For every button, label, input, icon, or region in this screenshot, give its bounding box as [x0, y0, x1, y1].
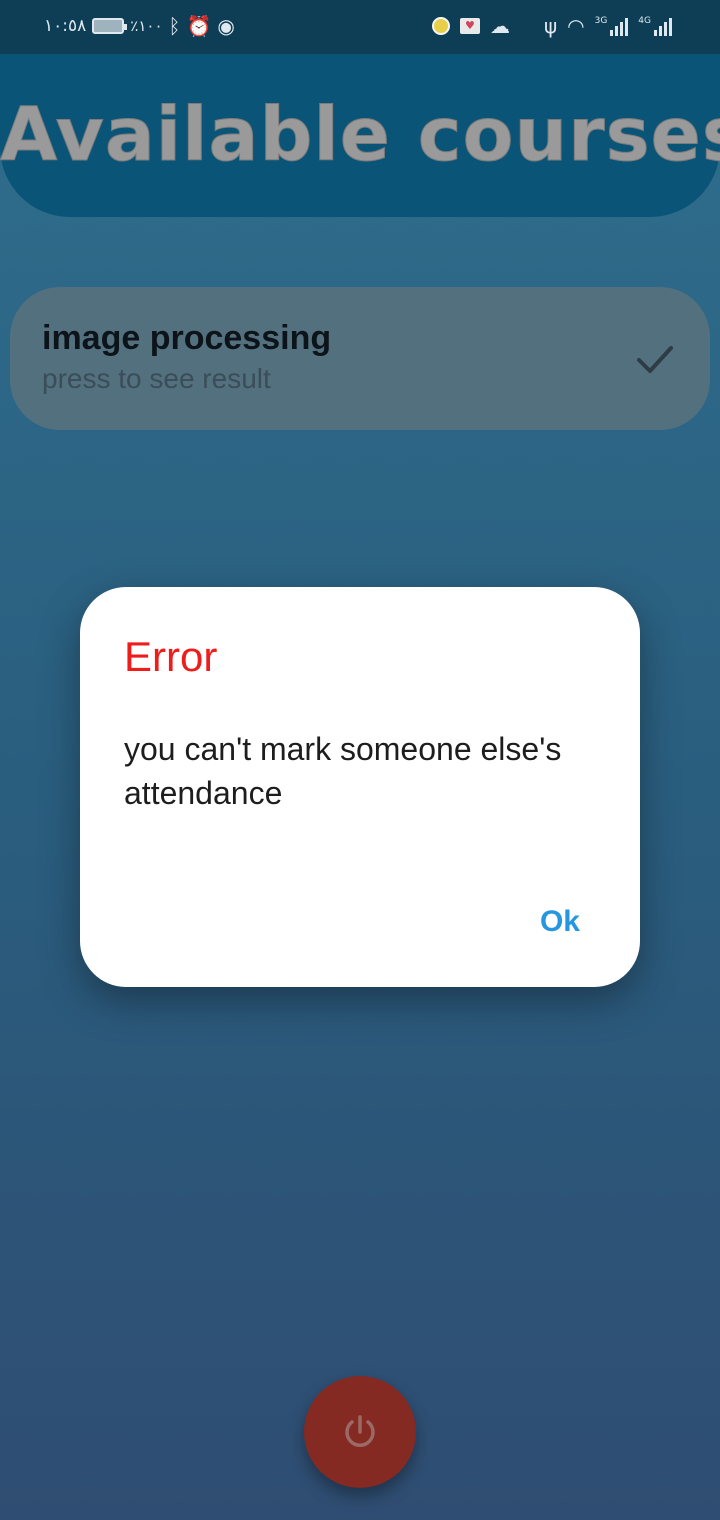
battery-icon — [92, 18, 128, 34]
battery-percent: ٪١٠٠ — [130, 17, 163, 35]
power-button[interactable] — [304, 1376, 416, 1488]
page-title: Available courses — [0, 92, 720, 179]
alarm-icon: ⏰ — [186, 14, 212, 38]
status-time: ١٠:٥٨ — [44, 16, 87, 36]
mail-icon: ♥ — [459, 18, 480, 34]
dialog-title: Error — [124, 633, 218, 680]
usb-icon: ψ — [543, 14, 558, 38]
course-card[interactable]: image processing press to see result — [10, 287, 710, 430]
status-bar: ١٠:٥٨ ٪١٠٠ ᛒ ⏰ ◉ ♥ ☁ ψ ◠ 3G 4G — [0, 0, 720, 54]
eye-icon: ◉ — [217, 14, 235, 38]
signal-icon-2: 4G — [638, 16, 672, 36]
dialog-message: you can't mark someone else's attendance — [124, 731, 562, 811]
notification-icon — [431, 17, 450, 35]
power-icon — [345, 1415, 375, 1447]
course-subtitle: press to see result — [42, 363, 271, 394]
error-dialog: Error you can't mark someone else's atte… — [80, 587, 640, 987]
app-header: Available courses — [0, 54, 720, 217]
check-icon — [637, 346, 673, 373]
wifi-icon: ◠ — [567, 14, 585, 38]
ok-button[interactable]: Ok — [540, 905, 580, 939]
signal-icon: 3G — [595, 16, 629, 36]
cloud-icon: ☁ — [489, 14, 510, 38]
bluetooth-icon: ᛒ — [168, 14, 181, 38]
course-title: image processing — [42, 319, 332, 357]
